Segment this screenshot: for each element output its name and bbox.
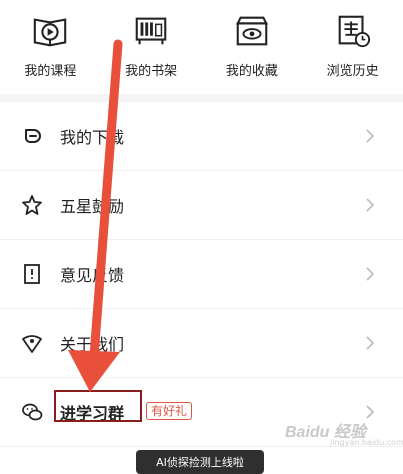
gift-badge: 有好礼 xyxy=(146,402,193,420)
quick-label: 浏览历史 xyxy=(326,64,379,79)
history-clock-icon xyxy=(338,15,370,48)
bookshelf-icon xyxy=(135,17,167,45)
chevron-right-icon xyxy=(365,197,375,213)
watermark-sub: jingyan.baidu.com xyxy=(330,438,403,447)
wechat-icon xyxy=(20,400,44,424)
about-icon xyxy=(20,331,44,355)
menu-item-label: 意见反馈 xyxy=(60,266,125,285)
feedback-icon xyxy=(20,262,44,286)
menu-item-five-star[interactable]: 五星鼓励 xyxy=(0,171,403,240)
menu-item-my-downloads[interactable]: 我的下载 xyxy=(0,102,403,171)
course-video-icon xyxy=(34,18,67,47)
quick-label: 我的书架 xyxy=(125,64,178,79)
chevron-right-icon xyxy=(365,266,375,282)
chevron-right-icon xyxy=(365,128,375,144)
quick-item-my-favorites[interactable]: 我的收藏 xyxy=(202,0,302,92)
quick-item-browse-history[interactable]: 浏览历史 xyxy=(303,0,403,92)
chevron-right-icon xyxy=(365,404,375,420)
toast-message: AI侦探捡测上线啦 xyxy=(136,450,264,474)
menu-item-feedback[interactable]: 意见反馈 xyxy=(0,240,403,309)
quick-access-row: 我的课程 我的书架 我的收藏 浏览历史 xyxy=(0,0,403,92)
section-divider xyxy=(0,94,403,102)
favorites-box-icon xyxy=(235,16,268,46)
menu-item-label: 我的下载 xyxy=(60,128,125,147)
menu-item-label: 五星鼓励 xyxy=(60,197,125,216)
star-icon xyxy=(20,193,44,217)
download-icon xyxy=(20,124,44,148)
menu-item-about-us[interactable]: 关于我们 xyxy=(0,309,403,378)
quick-label: 我的收藏 xyxy=(225,64,278,79)
annotation-highlight-box xyxy=(54,390,142,422)
quick-label: 我的课程 xyxy=(24,64,77,79)
quick-item-my-bookshelf[interactable]: 我的书架 xyxy=(101,0,201,92)
quick-item-my-courses[interactable]: 我的课程 xyxy=(0,0,100,92)
menu-item-label: 关于我们 xyxy=(60,335,125,354)
chevron-right-icon xyxy=(365,335,375,351)
